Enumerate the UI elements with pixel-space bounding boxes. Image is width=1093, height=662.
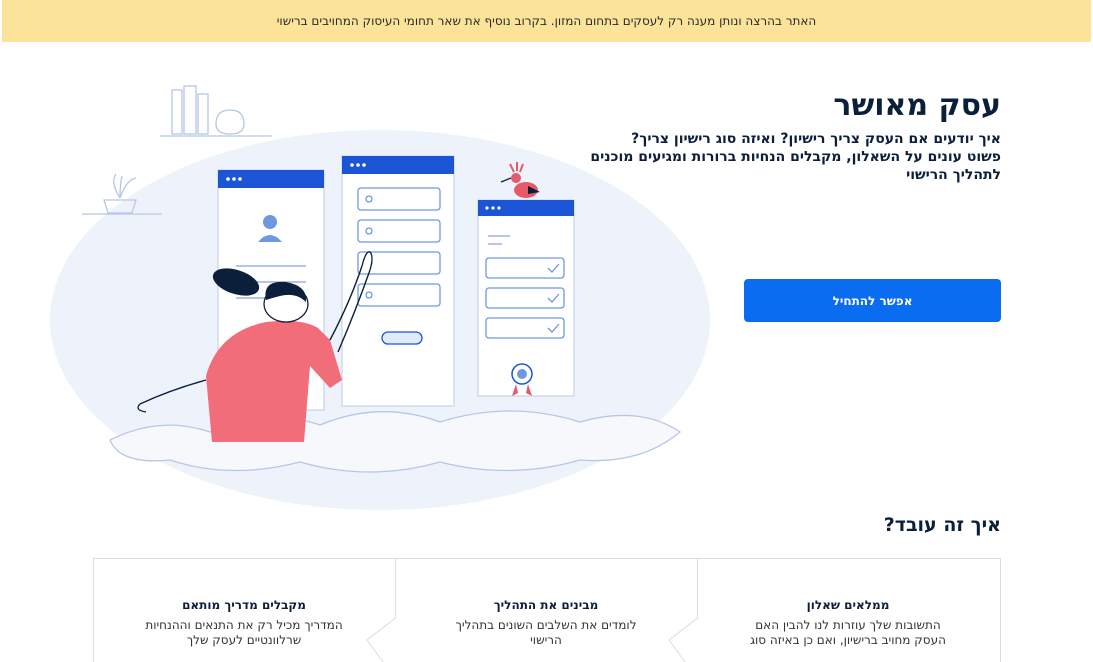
site-notice-banner: האתר בהרצה ונותן מענה רק לעסקים בתחום המ… <box>2 0 1091 42</box>
step-text-line: שרלוונטיים לעסק שלך <box>186 633 302 647</box>
step-understand-process: מבינים את התהליך לומדים את השלבים השונים… <box>416 598 676 648</box>
step-text: לומדים את השלבים השונים בתהליך הרישוי <box>416 618 676 648</box>
step-title: מקבלים מדריך מותאם <box>182 598 306 612</box>
hero-subtitle-line: לתהליך הרישוי <box>906 167 1001 183</box>
step-text-line: העסק מחויב ברישיון, ואם כן באיזה סוג <box>750 633 946 647</box>
step-text: התשובות שלך עוזרות לנו להבין האם העסק מח… <box>718 618 978 648</box>
hero-subtitle-line: איך יודעים אם העסק צריך רישיון? ואיזה סו… <box>631 131 1001 147</box>
step-fill-questionnaire: ממלאים שאלון התשובות שלך עוזרות לנו להבי… <box>718 598 978 648</box>
step-title: מבינים את התהליך <box>493 598 599 612</box>
hero-subtitle-line: פשוט עונים על השאלון, מקבלים הנחיות ברור… <box>590 149 1001 165</box>
page-title: עסק מאושר <box>833 88 1001 123</box>
site-notice-text: האתר בהרצה ונותן מענה רק לעסקים בתחום המ… <box>276 14 817 28</box>
step-title: ממלאים שאלון <box>806 598 890 612</box>
how-it-works-title: איך זה עובד? <box>883 514 1001 536</box>
hero-subtitle: איך יודעים אם העסק צריך רישיון? ואיזה סו… <box>581 130 1001 184</box>
step-text-line: הרישוי <box>530 633 562 647</box>
step-text-line: לומדים את השלבים השונים בתהליך <box>455 618 637 632</box>
step-text-line: התשובות שלך עוזרות לנו להבין האם <box>755 618 941 632</box>
steps-panel: ממלאים שאלון התשובות שלך עוזרות לנו להבי… <box>93 558 1001 662</box>
step-get-guide: מקבלים מדריך מותאם המדריך מכיל רק את התנ… <box>114 598 374 648</box>
step-text: המדריך מכיל רק את התנאים וההנחיות שרלוונ… <box>114 618 374 648</box>
step-text-line: המדריך מכיל רק את התנאים וההנחיות <box>145 618 343 632</box>
start-button[interactable]: אפשר להתחיל <box>744 279 1001 322</box>
